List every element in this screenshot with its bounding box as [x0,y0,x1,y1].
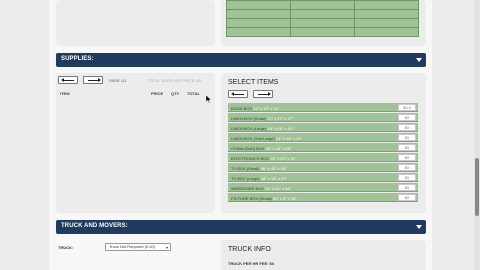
item-price-field[interactable]: $0 [398,174,416,181]
item-row-tv-large[interactable]: TV BOX (Large) 38" x 18" x 37" $0 [228,173,418,182]
item-name: LINEN BOX (Xtra Large) [231,135,275,141]
item-dimensions: 18" x 18" x 24" [267,125,294,131]
item-name: PICTURE BOX (Small) [231,195,272,201]
item-label: TV BOX (Large) 38" x 18" x 37" [231,176,287,181]
item-label: LINEN BOX (Xtra Large) 24" x 18" x 24" [231,136,302,141]
table-row [226,18,419,28]
table-cell [290,9,355,19]
arrow-left-icon [231,92,244,96]
column-header-item: ITEM [60,91,70,96]
table-row [226,9,419,19]
item-label: LINEN BOX (Large) 18" x 18" x 24" [231,126,294,131]
truck-fee-label: TRUCK PER HR FEE: $0 [228,261,275,266]
table-cell [354,9,419,19]
item-row-picture-box-small[interactable]: PICTURE BOX (Small) 30" x 5" x 36" $0 [228,193,418,202]
arrow-right-icon [258,92,271,96]
item-dimensions: 12" x 12" x 16" [253,105,280,111]
item-row-wardrobe-box[interactable]: WARDROBE BOX 24" x 21" x 46" $0 [228,183,418,192]
item-label: PICTURE BOX (Small) 30" x 5" x 36" [231,196,297,201]
items-prev-button[interactable] [228,90,248,98]
item-price-field[interactable]: $0 [398,134,416,141]
top-left-panel [56,0,215,46]
item-price-field[interactable]: $0 [398,114,416,121]
table-cell [226,0,291,10]
item-name: LINEN BOX (Large) [231,125,267,131]
item-row-electronics-box[interactable]: ELECTRONICS BOX 18" x 20" x 12" $0 [228,153,418,162]
item-row-linen-small[interactable]: LINEN BOX (Small) 17" x 17" x 17" $0 [228,113,418,122]
item-label: WARDROBE BOX 24" x 21" x 46" [231,186,291,191]
item-dimensions: 17" x 17" x 17" [267,115,294,121]
column-header-total: TOTAL [187,91,200,96]
table-row [226,0,419,10]
chevron-down-icon[interactable] [416,58,422,62]
item-price-field[interactable]: $0 [398,194,416,201]
truck-select[interactable]: Truck Not Required (0 x0) ▾ [105,243,171,251]
arrow-right-icon [88,78,101,82]
chevron-down-icon: ▾ [165,245,168,250]
item-dimensions: 36" x 40" x 20" [260,165,287,171]
table-cell [226,27,291,37]
table-cell [290,18,355,28]
supplies-prev-button[interactable] [58,76,78,84]
truck-movers-section-title: TRUCK AND MOVERS: [61,223,128,229]
item-name: LINEN BOX (Small) [231,115,267,121]
item-price-field[interactable]: $0 [398,124,416,131]
table-cell [226,18,291,28]
scrollbar-track[interactable] [474,0,480,270]
item-price-field[interactable]: $0 [398,154,416,161]
item-label: CHINA (Dish) BOX 18" x 18" x 28" [231,146,292,151]
table-row [226,27,419,37]
table-cell [290,0,355,10]
supplies-next-button[interactable] [83,76,103,84]
item-label: TV BOX (Small) 36" x 40" x 20" [231,166,287,171]
table-cell [226,9,291,19]
item-row-tv-small[interactable]: TV BOX (Small) 36" x 40" x 20" $0 [228,163,418,172]
scrollbar-thumb[interactable] [475,158,479,216]
item-name: TV BOX (Large) [231,175,260,181]
item-dimensions: 30" x 5" x 36" [273,195,297,201]
item-price-field[interactable]: $0 [398,144,416,151]
item-dimensions: 18" x 18" x 28" [265,145,292,151]
page-indicator: PAGE 1/1 [109,78,127,83]
truck-label: TRUCK: [58,245,74,250]
item-dimensions: 24" x 18" x 24" [275,135,302,141]
top-green-table [226,0,419,37]
truck-info-heading: TRUCK INFO [228,246,271,253]
item-dimensions: 24" x 21" x 46" [265,185,292,191]
chevron-down-icon[interactable] [416,225,422,229]
cursor-icon [206,95,212,103]
item-dimensions: 18" x 20" x 12" [270,155,297,161]
column-header-price: PRICE [151,91,164,96]
item-name: TV BOX (Small) [231,165,260,171]
item-label: ELECTRONICS BOX 18" x 20" x 12" [231,156,296,161]
arrow-left-icon [61,78,74,82]
item-price-field[interactable]: $0 [398,164,416,171]
supplies-section-title: SUPPLIES: [61,56,94,62]
select-items-heading: SELECT ITEMS [228,79,279,86]
item-row-china-box[interactable]: CHINA (Dish) BOX 18" x 18" x 28" $0 [228,143,418,152]
item-label: BOOK BOX 12" x 12" x 16" [231,106,279,111]
item-row-linen-xtra-large[interactable]: LINEN BOX (Xtra Large) 24" x 18" x 24" $… [228,133,418,142]
table-cell [290,27,355,37]
item-row-linen-large[interactable]: LINEN BOX (Large) 18" x 18" x 24" $0 [228,123,418,132]
item-name: ELECTRONICS BOX [231,155,270,161]
item-dimensions: 38" x 18" x 37" [260,175,287,181]
supplies-section-bar[interactable]: SUPPLIES: [56,53,426,67]
item-price-field[interactable]: $0 [398,184,416,191]
item-label: LINEN BOX (Small) 17" x 17" x 17" [231,116,293,121]
item-price-field[interactable]: $0.0 [398,104,416,111]
item-name: BOOK BOX [231,105,253,111]
table-cell [354,0,419,10]
truck-select-value: Truck Not Required (0 x0) [109,244,155,249]
total-supplies-price: TOTAL SUPPLIES PRICE: $0 [148,78,202,83]
item-name: WARDROBE BOX [231,185,264,191]
table-cell [354,27,419,37]
items-next-button[interactable] [253,90,273,98]
truck-movers-section-bar[interactable]: TRUCK AND MOVERS: [56,220,426,234]
column-header-qty: QTY [171,91,180,96]
item-row-book-box[interactable]: BOOK BOX 12" x 12" x 16" $0.0 [228,103,418,112]
item-name: CHINA (Dish) BOX [231,145,265,151]
table-cell [354,18,419,28]
